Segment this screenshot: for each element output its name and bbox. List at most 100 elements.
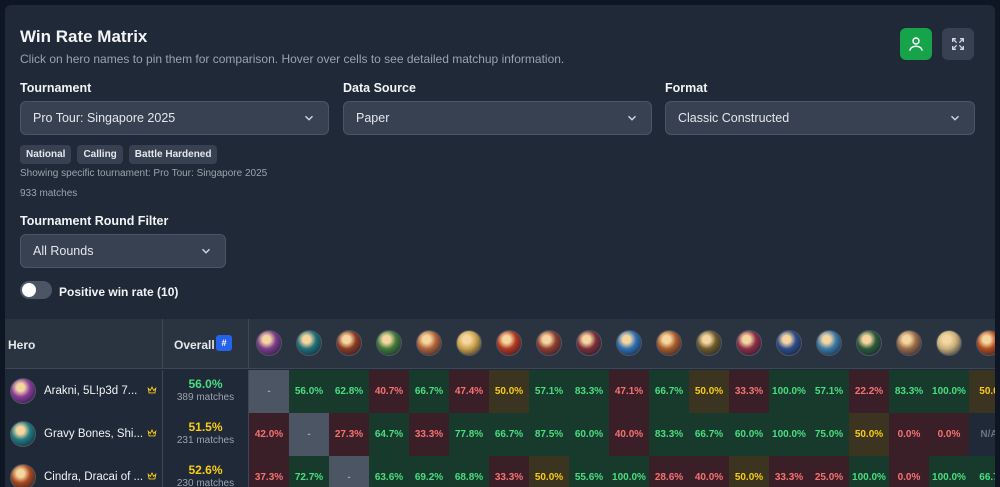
- matchup-cell[interactable]: 47.4%: [449, 370, 489, 413]
- matchup-cell[interactable]: 28.6%: [649, 456, 689, 487]
- tournament-label: Tournament: [20, 81, 92, 95]
- matchup-cell[interactable]: 100.0%: [769, 370, 809, 413]
- matchup-cell[interactable]: 57.1%: [809, 370, 849, 413]
- matchup-cell[interactable]: 50.0%: [529, 456, 569, 487]
- hero-column-avatar[interactable]: [616, 330, 642, 356]
- hero-column-avatar[interactable]: [736, 330, 762, 356]
- hero-column-avatar[interactable]: [296, 330, 322, 356]
- hero-column-avatar[interactable]: [336, 330, 362, 356]
- matchup-cell[interactable]: 83.3%: [569, 370, 609, 413]
- matchup-cell[interactable]: 57.1%: [529, 370, 569, 413]
- hero-column-avatar[interactable]: [776, 330, 802, 356]
- matchup-cell[interactable]: 75.0%: [809, 413, 849, 456]
- matchup-cell[interactable]: 72.7%: [289, 456, 329, 487]
- matchup-cell[interactable]: 40.0%: [609, 413, 649, 456]
- matchup-cell[interactable]: 100.0%: [929, 456, 969, 487]
- hero-column-avatar[interactable]: [816, 330, 842, 356]
- tag-chip[interactable]: National: [20, 145, 72, 164]
- tag-chip[interactable]: Battle Hardened: [128, 145, 218, 164]
- hero-column-avatar[interactable]: [536, 330, 562, 356]
- matchup-cell[interactable]: 100.0%: [609, 456, 649, 487]
- hero-column-avatar[interactable]: [936, 330, 962, 356]
- matchup-cell[interactable]: -: [289, 413, 329, 456]
- matchup-cell[interactable]: 66.7%: [489, 413, 529, 456]
- table-row: Cindra, Dracai of ... 52.6% 230 matches 37.…: [5, 456, 995, 487]
- matchup-cell[interactable]: 50.0%: [489, 370, 529, 413]
- overall-column-header[interactable]: Overall #: [163, 319, 249, 369]
- hero-column-avatar[interactable]: [256, 330, 282, 356]
- hero-name-cell[interactable]: Gravy Bones, Shi...: [5, 413, 163, 456]
- matchup-cell[interactable]: 0.0%: [889, 413, 929, 456]
- matchup-cell[interactable]: 37.3%: [249, 456, 289, 487]
- hero-name-cell[interactable]: Cindra, Dracai of ...: [5, 456, 163, 487]
- matchup-cell[interactable]: 83.3%: [649, 413, 689, 456]
- expand-icon: [952, 38, 964, 50]
- matchup-cell[interactable]: 62.8%: [329, 370, 369, 413]
- matchup-cell[interactable]: 25.0%: [809, 456, 849, 487]
- chevron-down-icon: [304, 115, 314, 121]
- matchup-cell[interactable]: 27.3%: [329, 413, 369, 456]
- tournament-select-value: Pro Tour: Singapore 2025: [33, 111, 176, 125]
- hero-column-avatar[interactable]: [376, 330, 402, 356]
- matchup-cell[interactable]: 100.0%: [769, 413, 809, 456]
- positive-winrate-toggle[interactable]: [20, 281, 52, 299]
- matchup-cell[interactable]: 87.5%: [529, 413, 569, 456]
- hero-column-avatar[interactable]: [976, 330, 995, 356]
- matchup-cell[interactable]: 50.0%: [689, 370, 729, 413]
- matchup-cell[interactable]: 50.0%: [729, 456, 769, 487]
- matchup-cell[interactable]: 42.0%: [249, 413, 289, 456]
- matchup-cell[interactable]: 100.0%: [929, 370, 969, 413]
- matchup-cell[interactable]: 66.7%: [649, 370, 689, 413]
- hero-column-avatar[interactable]: [656, 330, 682, 356]
- hero-name: Arakni, 5L!p3d 7...: [44, 385, 138, 397]
- matchup-cell[interactable]: 50.0: [969, 370, 995, 413]
- matchup-cell[interactable]: 50.0%: [849, 413, 889, 456]
- matchup-cell[interactable]: 40.0%: [689, 456, 729, 487]
- matchup-cell[interactable]: 0.0%: [929, 413, 969, 456]
- matchup-cell[interactable]: 100.0%: [849, 456, 889, 487]
- matchup-cell[interactable]: 66.7: [969, 456, 995, 487]
- matchup-cell[interactable]: 63.6%: [369, 456, 409, 487]
- tournament-select[interactable]: Pro Tour: Singapore 2025: [20, 101, 329, 135]
- hero-column-avatar[interactable]: [576, 330, 602, 356]
- hero-avatar: [10, 464, 36, 487]
- hero-column-avatar[interactable]: [696, 330, 722, 356]
- matchup-cell[interactable]: 22.2%: [849, 370, 889, 413]
- hero-name-cell[interactable]: Arakni, 5L!p3d 7...: [5, 370, 163, 413]
- matchup-cell[interactable]: 66.7%: [409, 370, 449, 413]
- matchup-cell[interactable]: 56.0%: [289, 370, 329, 413]
- hero-column-avatar[interactable]: [456, 330, 482, 356]
- hero-avatar: [10, 421, 36, 447]
- hero-column-avatar[interactable]: [896, 330, 922, 356]
- matchup-cell[interactable]: 83.3%: [889, 370, 929, 413]
- sort-badge[interactable]: #: [216, 335, 232, 351]
- matchup-cell[interactable]: 33.3%: [489, 456, 529, 487]
- matchup-cell[interactable]: -: [329, 456, 369, 487]
- matchup-cell[interactable]: 0.0%: [889, 456, 929, 487]
- fullscreen-button[interactable]: [942, 28, 974, 60]
- matchup-cell[interactable]: 60.0%: [729, 413, 769, 456]
- matchup-cell[interactable]: 69.2%: [409, 456, 449, 487]
- matchup-cell[interactable]: 77.8%: [449, 413, 489, 456]
- hero-column-header[interactable]: Hero: [5, 319, 163, 369]
- source-select[interactable]: Paper: [343, 101, 652, 135]
- matchup-cell[interactable]: 68.8%: [449, 456, 489, 487]
- hero-column-avatar[interactable]: [416, 330, 442, 356]
- hero-column-avatar[interactable]: [856, 330, 882, 356]
- matchup-cell[interactable]: 33.3%: [409, 413, 449, 456]
- matchup-cell[interactable]: 40.7%: [369, 370, 409, 413]
- pin-user-button[interactable]: [900, 28, 932, 60]
- matchup-cell[interactable]: 47.1%: [609, 370, 649, 413]
- round-select[interactable]: All Rounds: [20, 234, 226, 268]
- matchup-cell[interactable]: 33.3%: [729, 370, 769, 413]
- hero-column-avatar[interactable]: [496, 330, 522, 356]
- matchup-cell[interactable]: 60.0%: [569, 413, 609, 456]
- matchup-cell[interactable]: 66.7%: [689, 413, 729, 456]
- tag-chip[interactable]: Calling: [77, 145, 123, 164]
- matchup-cell[interactable]: N/A: [969, 413, 995, 456]
- format-select[interactable]: Classic Constructed: [665, 101, 975, 135]
- matchup-cell[interactable]: -: [249, 370, 289, 413]
- matchup-cell[interactable]: 55.6%: [569, 456, 609, 487]
- matchup-cell[interactable]: 33.3%: [769, 456, 809, 487]
- matchup-cell[interactable]: 64.7%: [369, 413, 409, 456]
